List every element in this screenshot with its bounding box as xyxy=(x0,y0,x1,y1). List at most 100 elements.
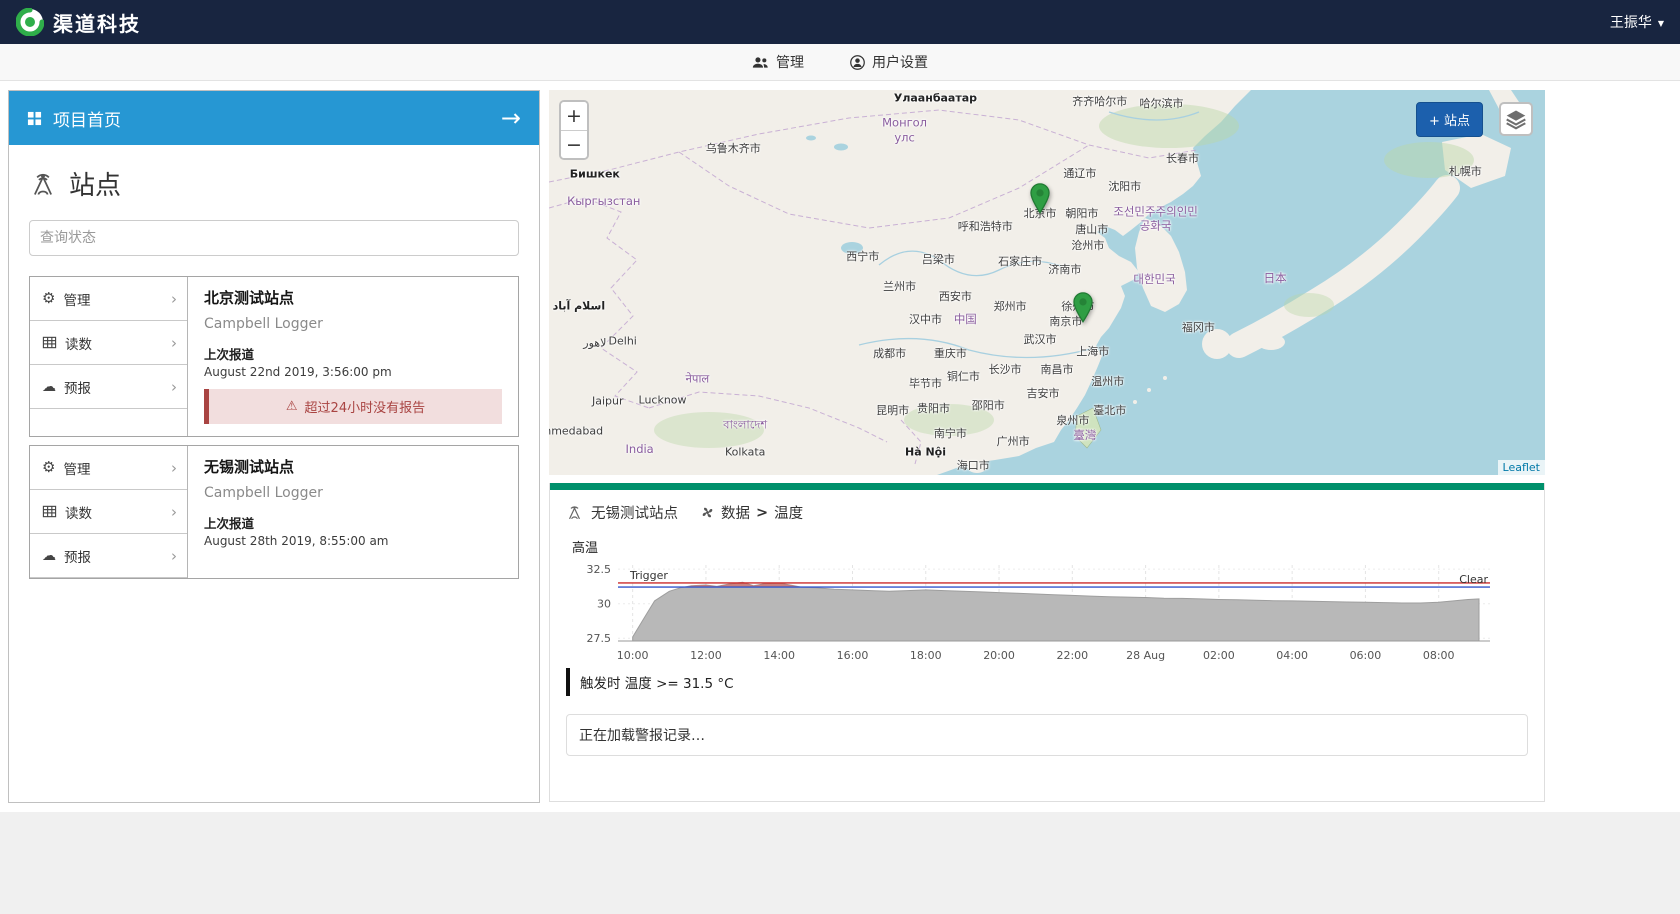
map-label: Delhi xyxy=(609,335,637,348)
map-label: Hà Nội xyxy=(905,445,946,458)
station-icon xyxy=(566,504,583,521)
svg-text:30: 30 xyxy=(597,598,611,611)
map-label: Jaipur xyxy=(592,395,624,408)
page-background xyxy=(0,812,1680,914)
menu-item-label: 管理 xyxy=(63,458,90,478)
gear-icon: ⚙ xyxy=(42,460,55,475)
zoom-control: + − xyxy=(559,100,589,160)
breadcrumb-metric[interactable]: 温度 xyxy=(774,502,803,523)
chevron-right-icon: › xyxy=(171,459,177,477)
station-name: 无锡测试站点 xyxy=(204,456,502,477)
svg-text:32.5: 32.5 xyxy=(587,563,612,576)
temperature-panel: 无锡测试站点 数据 xyxy=(549,483,1545,802)
map-label: 石家庄市 xyxy=(998,253,1042,269)
svg-text:08:00: 08:00 xyxy=(1423,649,1455,662)
map-label: 朝阳市 xyxy=(1065,205,1098,221)
leaflet-link[interactable]: Leaflet xyxy=(1503,461,1540,474)
caret-down-icon: ▼ xyxy=(1658,19,1664,28)
map-label: 铜仁市 xyxy=(947,368,980,384)
station-logger: Campbell Logger xyxy=(204,316,502,332)
map-label: 乌鲁木齐市 xyxy=(705,142,761,156)
user-menu[interactable]: 王振华 ▼ xyxy=(1610,12,1664,32)
user-icon xyxy=(850,55,865,70)
station-menu-readings[interactable]: 读数 › xyxy=(30,321,187,365)
menubar: 管理 用户设置 xyxy=(0,44,1680,81)
zoom-in-button[interactable]: + xyxy=(561,102,587,130)
stations-section-title: 站点 xyxy=(29,165,519,202)
menu-admin-label: 管理 xyxy=(776,52,804,72)
user-name: 王振华 xyxy=(1610,12,1652,32)
warning-icon: ⚠ xyxy=(286,399,298,414)
panel-accent-bar xyxy=(550,483,1544,490)
layers-control[interactable] xyxy=(1499,102,1533,136)
map-label: 兰州市 xyxy=(883,278,916,294)
cloud-icon: ☁ xyxy=(42,549,56,563)
map-label: 西安市 xyxy=(939,288,972,304)
station-menu: ⚙ 管理 › 读数 xyxy=(30,277,188,436)
add-station-button[interactable]: + 站点 xyxy=(1416,102,1483,137)
map-label: 齐齐哈尔市 xyxy=(1072,95,1128,109)
svg-text:20:00: 20:00 xyxy=(983,649,1015,662)
svg-text:14:00: 14:00 xyxy=(763,649,795,662)
station-logger: Campbell Logger xyxy=(204,485,502,501)
map-marker[interactable] xyxy=(1030,183,1051,218)
map-label: Ahmedabad xyxy=(549,425,603,438)
station-menu-forecast[interactable]: ☁ 预报 › xyxy=(30,534,187,578)
breadcrumb-data[interactable]: 数据 xyxy=(721,502,750,523)
station-info: 无锡测试站点 Campbell Logger 上次报道 August 28th … xyxy=(188,446,518,578)
cloud-icon: ☁ xyxy=(42,380,56,394)
map-label: 西宁市 xyxy=(846,248,879,264)
station-card-beijing: ⚙ 管理 › 读数 xyxy=(29,276,519,437)
station-search-input[interactable] xyxy=(29,220,519,256)
map-label: Улаанбаатар xyxy=(894,91,977,104)
right-column: УлаанбаатарМонгол улс齐齐哈尔市哈尔滨市乌鲁木齐市长春市通辽… xyxy=(549,90,1545,802)
fan-icon xyxy=(700,505,715,520)
station-card-wuxi: ⚙ 管理 › 读数 xyxy=(29,445,519,579)
brand[interactable]: 渠道科技 xyxy=(16,8,141,37)
map-label: 吕梁市 xyxy=(922,251,955,267)
main-content: 项目首页 → 站点 xyxy=(0,81,1680,812)
no-report-alert: ⚠ 超过24小时没有报告 xyxy=(204,389,502,424)
map[interactable]: УлаанбаатарМонгол улс齐齐哈尔市哈尔滨市乌鲁木齐市长春市通辽… xyxy=(549,90,1545,475)
station-menu-manage[interactable]: ⚙ 管理 › xyxy=(30,446,187,490)
map-label: 조선민주주의인민공화국 xyxy=(1113,205,1199,234)
chevron-right-icon: › xyxy=(171,503,177,521)
map-label: 贵阳市 xyxy=(917,400,950,416)
station-menu-forecast[interactable]: ☁ 预报 › xyxy=(30,365,187,409)
map-label: 吉安市 xyxy=(1027,385,1060,401)
menu-user-settings[interactable]: 用户设置 xyxy=(850,52,928,72)
svg-text:18:00: 18:00 xyxy=(910,649,942,662)
zoom-out-button[interactable]: − xyxy=(561,130,587,158)
project-panel-header: 项目首页 → xyxy=(9,91,539,145)
last-report-time: August 22nd 2019, 3:56:00 pm xyxy=(204,365,502,379)
menu-user-settings-label: 用户设置 xyxy=(872,52,928,72)
station-menu-manage[interactable]: ⚙ 管理 › xyxy=(30,277,187,321)
map-label: 汉中市 xyxy=(909,311,942,327)
map-label: नेपाल xyxy=(686,372,710,387)
map-label: Бишкек xyxy=(570,167,620,180)
map-labels-layer: УлаанбаатарМонгол улс齐齐哈尔市哈尔滨市乌鲁木齐市长春市通辽… xyxy=(549,90,1545,475)
map-label: 대한민국 xyxy=(1133,271,1175,287)
project-panel-body: 站点 ⚙ 管理 › xyxy=(9,145,539,595)
svg-text:06:00: 06:00 xyxy=(1350,649,1382,662)
svg-text:10:00: 10:00 xyxy=(617,649,649,662)
station-menu: ⚙ 管理 › 读数 xyxy=(30,446,188,578)
menu-item-label: 管理 xyxy=(63,289,90,309)
map-label: 郑州市 xyxy=(994,298,1027,314)
menu-admin[interactable]: 管理 xyxy=(752,52,804,72)
alert-text: 超过24小时没有报告 xyxy=(305,397,426,416)
map-label: Lucknow xyxy=(639,393,687,406)
table-icon xyxy=(42,335,57,350)
map-label: 长春市 xyxy=(1166,150,1199,166)
station-menu-readings[interactable]: 读数 › xyxy=(30,490,187,534)
brand-logo-icon xyxy=(16,8,44,36)
map-label: Кыргызстан xyxy=(567,194,640,208)
map-label: 邵阳市 xyxy=(972,397,1005,413)
arrow-right-icon[interactable]: → xyxy=(501,106,521,130)
map-marker[interactable] xyxy=(1072,292,1093,327)
station-info: 北京测试站点 Campbell Logger 上次报道 August 22nd … xyxy=(188,277,518,436)
top-navbar: 渠道科技 王振华 ▼ xyxy=(0,0,1680,44)
project-title: 项目首页 xyxy=(53,106,121,131)
alarm-loading-message: 正在加载警报记录… xyxy=(566,714,1528,756)
layers-icon xyxy=(1505,108,1527,130)
